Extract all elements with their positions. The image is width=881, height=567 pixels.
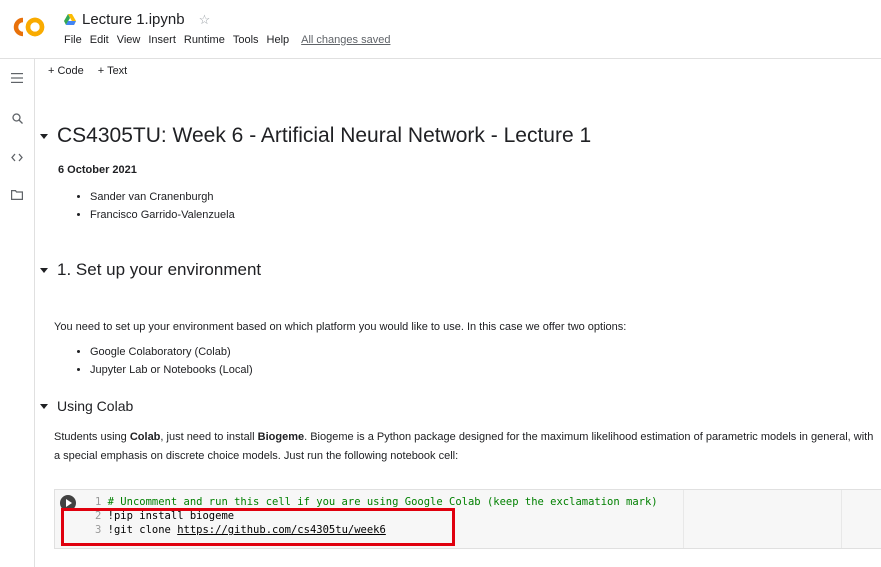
folder-icon[interactable] — [9, 187, 25, 203]
list-item: Francisco Garrido-Valenzuela — [90, 206, 235, 224]
list-item: Google Colaboratory (Colab) — [90, 343, 253, 361]
text-span: , just need to install — [160, 431, 258, 443]
menu-file[interactable]: File — [64, 34, 82, 46]
notebook-title[interactable]: Lecture 1.ipynb — [82, 11, 185, 28]
list-item: Jupyter Lab or Notebooks (Local) — [90, 361, 253, 379]
add-code-button[interactable]: + Code — [48, 65, 84, 77]
menu-tools[interactable]: Tools — [233, 34, 259, 46]
section-heading-1: CS4305TU: Week 6 - Artificial Neural Net… — [40, 124, 591, 148]
lecture-date: 6 October 2021 — [58, 164, 137, 176]
code-line-1: 1 # Uncomment and run this cell if you a… — [95, 496, 658, 508]
setup-intro: You need to set up your environment base… — [54, 321, 627, 333]
menu-insert[interactable]: Insert — [148, 34, 176, 46]
menu-view[interactable]: View — [117, 34, 141, 46]
using-colab-heading: Using Colab — [57, 398, 134, 414]
code-comment: # Uncomment and run this cell if you are… — [107, 496, 658, 508]
bold-colab: Colab — [129, 431, 161, 443]
collapse-arrow-icon[interactable] — [40, 133, 48, 139]
code-ruler — [683, 490, 684, 548]
save-status[interactable]: All changes saved — [301, 34, 390, 46]
option-list: Google Colaboratory (Colab) Jupyter Lab … — [74, 343, 253, 379]
add-text-button[interactable]: + Text — [98, 65, 127, 77]
bold-biogeme: Biogeme — [257, 431, 305, 443]
section-heading-2: 1. Set up your environment — [40, 260, 261, 280]
colab-logo[interactable] — [12, 16, 46, 38]
title-row: Lecture 1.ipynb ☆ — [64, 11, 210, 28]
notebook-heading: CS4305TU: Week 6 - Artificial Neural Net… — [57, 124, 592, 147]
collapse-arrow-icon[interactable] — [40, 403, 48, 409]
text-span: Students using — [54, 431, 130, 443]
toc-icon[interactable] — [9, 70, 25, 86]
menu-runtime[interactable]: Runtime — [184, 34, 225, 46]
list-item: Sander van Cranenburgh — [90, 188, 235, 206]
setup-heading: 1. Set up your environment — [57, 260, 262, 279]
author-list: Sander van Cranenburgh Francisco Garrido… — [74, 188, 235, 224]
menu-bar: File Edit View Insert Runtime Tools Help… — [64, 34, 390, 46]
notebook-content: CS4305TU: Week 6 - Artificial Neural Net… — [34, 84, 881, 567]
code-ruler — [841, 490, 842, 548]
section-heading-3: Using Colab — [40, 398, 133, 414]
cell-toolbar: + Code + Text — [34, 59, 881, 83]
menu-edit[interactable]: Edit — [90, 34, 109, 46]
code-snippets-icon[interactable] — [9, 149, 25, 165]
app-header: Lecture 1.ipynb ☆ File Edit View Insert … — [0, 0, 881, 58]
menu-help[interactable]: Help — [267, 34, 290, 46]
left-sidebar — [0, 59, 35, 567]
collapse-arrow-icon[interactable] — [40, 267, 48, 273]
colab-instructions: Students using Colab, just need to insta… — [54, 428, 874, 466]
search-icon[interactable] — [9, 110, 25, 126]
google-drive-icon — [64, 13, 76, 25]
highlight-box — [61, 508, 455, 546]
line-number: 1 — [95, 496, 102, 508]
star-icon[interactable]: ☆ — [199, 12, 211, 28]
